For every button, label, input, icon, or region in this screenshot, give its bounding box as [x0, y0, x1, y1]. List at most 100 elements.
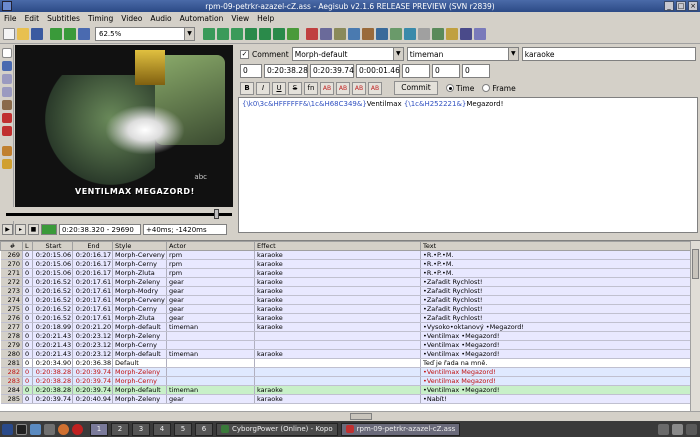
start-time-field[interactable]: 0:20:38.28 — [264, 64, 308, 78]
desktop-2[interactable]: 2 — [111, 422, 129, 436]
subtitle-text-editor[interactable]: {\k0\3c&HFFFFFF&\1c&H68C349&}Ventilmax {… — [238, 97, 698, 233]
italic-button[interactable]: I — [256, 81, 270, 95]
rotate-xy-icon[interactable] — [2, 87, 12, 97]
autoscroll-icon[interactable] — [41, 223, 57, 235]
scrollbar-thumb[interactable] — [692, 249, 699, 279]
underline-button[interactable]: U — [272, 81, 286, 95]
minimize-button[interactable]: _ — [664, 1, 674, 11]
styles-manager-icon[interactable] — [306, 27, 318, 40]
table-row[interactable]: 273 0 0:20:16.52 0:20:17.61 Morph-Modry gear k… — [0, 286, 691, 296]
frame-radio[interactable]: Frame — [482, 84, 516, 93]
horizontal-scrollbar[interactable] — [0, 411, 700, 421]
margin-vertical-field[interactable]: 0 — [462, 64, 490, 78]
table-row[interactable]: 284 0 0:20:38.28 0:20:39.74 Morph-default tim… — [0, 385, 691, 395]
grid-tag-icon[interactable] — [460, 27, 472, 40]
stop-icon[interactable]: ■ — [28, 223, 39, 235]
timing-post-icon[interactable] — [390, 27, 402, 40]
vector-clip-icon[interactable] — [2, 126, 12, 136]
realtime-icon[interactable] — [2, 146, 12, 156]
margin-left-field[interactable]: 0 — [402, 64, 430, 78]
secondary-color-button[interactable]: AB — [336, 81, 350, 95]
help-icon[interactable] — [2, 159, 12, 169]
table-row[interactable]: 281 0 0:20:34.90 0:20:36.38 Default Teď je řa… — [0, 358, 691, 368]
table-row[interactable]: 274 0 0:20:16.52 0:20:17.61 Morph-Cerveny gea… — [0, 295, 691, 305]
menu-help[interactable]: Help — [257, 14, 274, 23]
save-file-icon[interactable] — [31, 27, 43, 40]
new-file-icon[interactable] — [3, 27, 15, 40]
play-icon[interactable]: ▶ — [2, 223, 13, 235]
table-row[interactable]: 285 0 0:20:39.74 0:20:40.94 Morph-Zeleny gear… — [0, 394, 691, 404]
margin-right-field[interactable]: 0 — [432, 64, 460, 78]
table-row[interactable]: 282 0 0:20:38.28 0:20:39.74 Morph-Zeleny •Ven… — [0, 367, 691, 377]
time-radio[interactable]: Time — [446, 84, 474, 93]
column-header[interactable]: # — [0, 241, 23, 251]
style-select[interactable]: Morph-default ▼ — [291, 47, 404, 61]
snap-end-icon[interactable] — [259, 27, 271, 40]
desktop-1[interactable]: 1 — [90, 422, 108, 436]
zoom-icon[interactable] — [78, 27, 90, 40]
frame-radio-dot[interactable] — [482, 84, 491, 92]
scale-tool-icon[interactable] — [2, 100, 12, 110]
video-seek-bar[interactable] — [0, 207, 236, 221]
options-icon[interactable] — [446, 27, 458, 40]
table-row[interactable]: 270 0 0:20:15.06 0:20:16.17 Morph-Cerny rpm ka… — [0, 259, 691, 269]
go-back-icon[interactable] — [50, 27, 62, 40]
seek-thumb[interactable] — [214, 209, 220, 219]
outline-color-button[interactable]: AB — [352, 81, 366, 95]
open-file-icon[interactable] — [17, 27, 29, 40]
standard-tool-icon[interactable] — [2, 48, 12, 58]
menu-edit[interactable]: Edit — [25, 14, 40, 23]
column-header[interactable]: Text — [420, 241, 691, 251]
strikeout-button[interactable]: S — [288, 81, 302, 95]
table-row[interactable]: 283 0 0:20:38.28 0:20:39.74 Morph-Cerny •Vent… — [0, 376, 691, 386]
shift-times-icon[interactable] — [287, 27, 299, 40]
opera-icon[interactable] — [72, 423, 83, 435]
menu-subtitles[interactable]: Subtitles — [47, 14, 80, 23]
zoom-select[interactable]: 62.5% ▼ — [95, 26, 195, 41]
tray-volume-icon[interactable] — [672, 423, 683, 435]
duration-field[interactable]: 0:00:01.46 — [356, 64, 400, 78]
drag-tool-icon[interactable] — [2, 61, 12, 71]
layer-field[interactable]: 0 — [240, 64, 262, 78]
comment-checkbox[interactable]: ✓ — [240, 49, 249, 59]
table-row[interactable]: 280 0 0:20:21.43 0:20:23.12 Morph-default tim… — [0, 349, 691, 359]
chevron-down-icon[interactable]: ▼ — [507, 48, 518, 60]
desktop-3[interactable]: 3 — [132, 422, 150, 436]
shadow-color-button[interactable]: AB — [368, 81, 382, 95]
menu-file[interactable]: File — [4, 14, 17, 23]
menu-audio[interactable]: Audio — [150, 14, 171, 23]
column-header[interactable]: Style — [112, 241, 167, 251]
tray-clock-icon[interactable] — [686, 423, 697, 435]
grid-scrollbar[interactable] — [690, 241, 700, 411]
properties-icon[interactable] — [320, 27, 332, 40]
chevron-down-icon[interactable]: ▼ — [392, 48, 403, 60]
task-cyborgpower[interactable]: CyborgPower (Online) - Kopo — [216, 422, 338, 436]
spell-check-icon[interactable] — [432, 27, 444, 40]
jump-start-icon[interactable] — [217, 27, 229, 40]
attachments-icon[interactable] — [334, 27, 346, 40]
automation-icon[interactable] — [362, 27, 374, 40]
desktop-4[interactable]: 4 — [153, 422, 171, 436]
table-row[interactable]: 271 0 0:20:15.06 0:20:16.17 Morph-Zluta rpm ka… — [0, 268, 691, 278]
play-line-icon[interactable]: ▸ — [15, 223, 26, 235]
clip-tool-icon[interactable] — [2, 113, 12, 123]
video-display[interactable]: abc VENTILMAX MEGAZORD! — [15, 45, 233, 207]
go-forward-icon[interactable] — [64, 27, 76, 40]
commit-button[interactable]: Commit — [394, 81, 438, 95]
jump-video-icon[interactable] — [203, 27, 215, 40]
grid-hide-icon[interactable] — [474, 27, 486, 40]
column-header[interactable]: Actor — [166, 241, 255, 251]
font-button[interactable]: fn — [304, 81, 318, 95]
kanji-timer-icon[interactable] — [404, 27, 416, 40]
column-header[interactable]: L — [22, 241, 33, 251]
snap-start-icon[interactable] — [245, 27, 257, 40]
menu-view[interactable]: View — [231, 14, 249, 23]
desktop-6[interactable]: 6 — [195, 422, 213, 436]
chevron-down-icon[interactable]: ▼ — [184, 27, 194, 40]
task-aegisub[interactable]: rpm-09-petrkr-azazel-cZ.ass — [340, 422, 461, 436]
actor-select[interactable]: timeman ▼ — [406, 47, 519, 61]
app-menu-icon[interactable] — [2, 423, 13, 435]
menu-video[interactable]: Video — [121, 14, 142, 23]
translation-icon[interactable] — [418, 27, 430, 40]
desktop-5[interactable]: 5 — [174, 422, 192, 436]
